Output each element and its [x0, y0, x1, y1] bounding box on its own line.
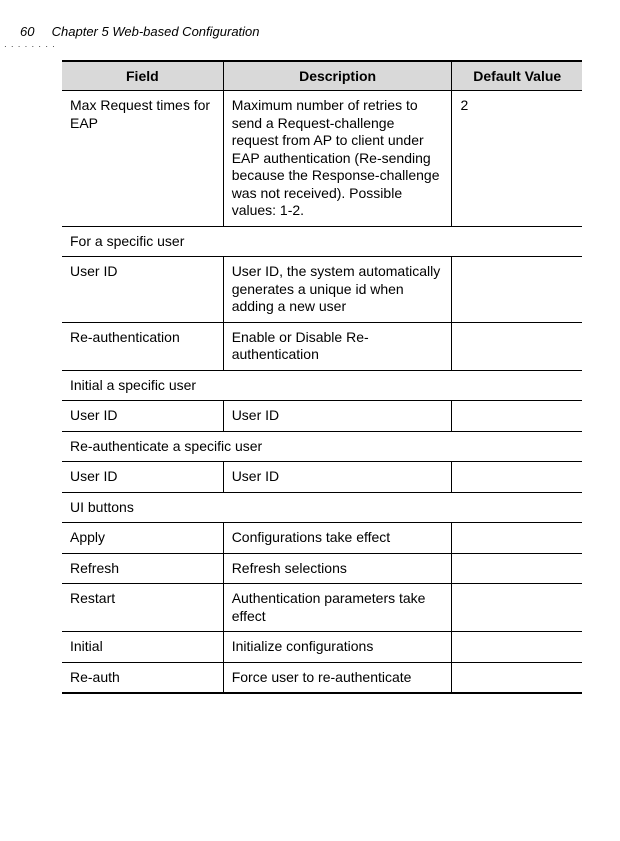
section-label: Initial a specific user [62, 370, 582, 401]
cell-description: Refresh selections [223, 553, 452, 584]
cell-default: 2 [452, 91, 582, 227]
section-label: For a specific user [62, 226, 582, 257]
section-label: UI buttons [62, 492, 582, 523]
cell-field: Apply [62, 523, 223, 554]
cell-field: User ID [62, 462, 223, 493]
cell-default [452, 662, 582, 693]
cell-default [452, 257, 582, 323]
cell-field: Refresh [62, 553, 223, 584]
cell-default [452, 401, 582, 432]
section-row: For a specific user [62, 226, 582, 257]
table-row: Re-authenticationEnable or Disable Re-au… [62, 322, 582, 370]
cell-description: User ID [223, 462, 452, 493]
cell-field: Initial [62, 632, 223, 663]
cell-description: User ID [223, 401, 452, 432]
table-row: User IDUser ID [62, 462, 582, 493]
cell-field: Max Request times for EAP [62, 91, 223, 227]
content-area: Field Description Default Value Max Requ… [62, 60, 582, 694]
cell-field: Restart [62, 584, 223, 632]
col-default: Default Value [452, 61, 582, 91]
cell-description: Authentication parameters take effect [223, 584, 452, 632]
cell-description: Force user to re-authenticate [223, 662, 452, 693]
fields-table: Field Description Default Value Max Requ… [62, 60, 582, 694]
section-row: UI buttons [62, 492, 582, 523]
table-row: User IDUser ID [62, 401, 582, 432]
cell-default [452, 584, 582, 632]
header-dots: · · · · · · · · [4, 42, 56, 51]
cell-field: Re-authentication [62, 322, 223, 370]
table-row: RestartAuthentication parameters take ef… [62, 584, 582, 632]
table-row: Max Request times for EAPMaximum number … [62, 91, 582, 227]
table-row: RefreshRefresh selections [62, 553, 582, 584]
table-row: User IDUser ID, the system automatically… [62, 257, 582, 323]
cell-default [452, 553, 582, 584]
table-header-row: Field Description Default Value [62, 61, 582, 91]
chapter-title: Chapter 5 Web-based Configuration [52, 24, 260, 39]
col-description: Description [223, 61, 452, 91]
cell-default [452, 632, 582, 663]
table-row: InitialInitialize configurations [62, 632, 582, 663]
col-field: Field [62, 61, 223, 91]
cell-description: Maximum number of retries to send a Requ… [223, 91, 452, 227]
section-label: Re-authenticate a specific user [62, 431, 582, 462]
section-row: Initial a specific user [62, 370, 582, 401]
cell-default [452, 462, 582, 493]
page-number: 60 [20, 24, 48, 39]
cell-field: Re-auth [62, 662, 223, 693]
cell-description: Enable or Disable Re-authentication [223, 322, 452, 370]
page-header: 60 Chapter 5 Web-based Configuration [20, 24, 600, 39]
cell-default [452, 322, 582, 370]
table-row: Re-authForce user to re-authenticate [62, 662, 582, 693]
cell-description: Initialize configurations [223, 632, 452, 663]
cell-field: User ID [62, 401, 223, 432]
cell-description: Configurations take effect [223, 523, 452, 554]
cell-default [452, 523, 582, 554]
cell-field: User ID [62, 257, 223, 323]
cell-description: User ID, the system automatically genera… [223, 257, 452, 323]
table-row: ApplyConfigurations take effect [62, 523, 582, 554]
section-row: Re-authenticate a specific user [62, 431, 582, 462]
